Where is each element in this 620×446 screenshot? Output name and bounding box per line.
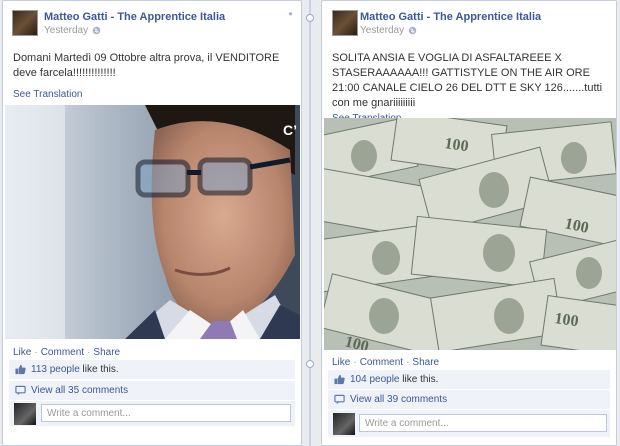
- likes-row: 113 people like this.: [9, 360, 295, 380]
- post-meta: Yesterday: [44, 25, 101, 36]
- timeline-marker: [306, 14, 314, 22]
- dollar-bills-photo: 100 100 100 100: [324, 118, 616, 350]
- post-header: Matteo Gatti - The Apprentice Italia Yes…: [322, 1, 616, 45]
- view-comments-row: View all 35 comments: [9, 381, 295, 401]
- post-photo[interactable]: C’: [5, 105, 300, 339]
- globe-icon: [408, 26, 417, 35]
- post-options-icon[interactable]: ●: [288, 9, 293, 18]
- author-name[interactable]: Matteo Gatti - The Apprentice Italia: [44, 11, 225, 23]
- likes-suffix: like this.: [402, 374, 439, 385]
- comment-bubble-icon: [334, 394, 345, 405]
- user-avatar: [333, 413, 355, 435]
- timeline-spine: [309, 0, 311, 446]
- post-time[interactable]: Yesterday: [360, 25, 404, 36]
- svg-text:100: 100: [553, 310, 579, 330]
- comment-input[interactable]: Write a comment...: [359, 414, 607, 432]
- like-button[interactable]: Like: [13, 347, 31, 358]
- view-comments-row: View all 39 comments: [328, 390, 610, 410]
- see-translation-link[interactable]: See Translation: [3, 89, 301, 100]
- comment-button[interactable]: Comment: [360, 357, 403, 368]
- comment-bubble-icon: [15, 385, 26, 396]
- author-avatar[interactable]: [332, 10, 358, 36]
- post-message: SOLITA ANSIA E VOGLIA DI ASFALTAREEE X S…: [332, 52, 603, 109]
- post-actions: Like · Comment · Share: [13, 347, 121, 358]
- post-photo[interactable]: 100 100 100 100: [324, 118, 616, 350]
- share-button[interactable]: Share: [412, 357, 439, 368]
- post-actions: Like · Comment · Share: [332, 357, 440, 368]
- post-message: Domani Martedì 09 Ottobre altra prova, i…: [13, 52, 280, 79]
- likes-row: 104 people like this.: [328, 370, 610, 390]
- view-all-comments-link[interactable]: View all 35 comments: [31, 385, 128, 396]
- post-meta: Yesterday: [360, 25, 417, 36]
- like-button[interactable]: Like: [332, 357, 350, 368]
- svg-text:100: 100: [443, 135, 469, 155]
- likes-count-link[interactable]: 104 people: [350, 374, 400, 385]
- author-name[interactable]: Matteo Gatti - The Apprentice Italia: [360, 11, 541, 23]
- post-time[interactable]: Yesterday: [44, 25, 88, 36]
- man-with-glasses-photo: C’: [5, 105, 300, 339]
- likes-suffix: like this.: [82, 364, 119, 375]
- user-avatar: [14, 403, 36, 425]
- post-header: Matteo Gatti - The Apprentice Italia Yes…: [3, 1, 301, 45]
- comment-input[interactable]: Write a comment...: [41, 404, 291, 422]
- globe-icon: [92, 26, 101, 35]
- timeline-post: Matteo Gatti - The Apprentice Italia Yes…: [321, 0, 617, 446]
- thumbs-up-icon: [15, 364, 26, 375]
- photo-overlay-text: C’: [283, 122, 297, 138]
- share-button[interactable]: Share: [93, 347, 120, 358]
- author-avatar[interactable]: [12, 10, 38, 36]
- comment-button[interactable]: Comment: [41, 347, 84, 358]
- view-all-comments-link[interactable]: View all 39 comments: [350, 394, 447, 405]
- timeline-marker: [306, 360, 314, 368]
- thumbs-up-icon: [334, 374, 345, 385]
- timeline-post: Matteo Gatti - The Apprentice Italia Yes…: [2, 0, 302, 446]
- likes-count-link[interactable]: 113 people: [31, 364, 80, 375]
